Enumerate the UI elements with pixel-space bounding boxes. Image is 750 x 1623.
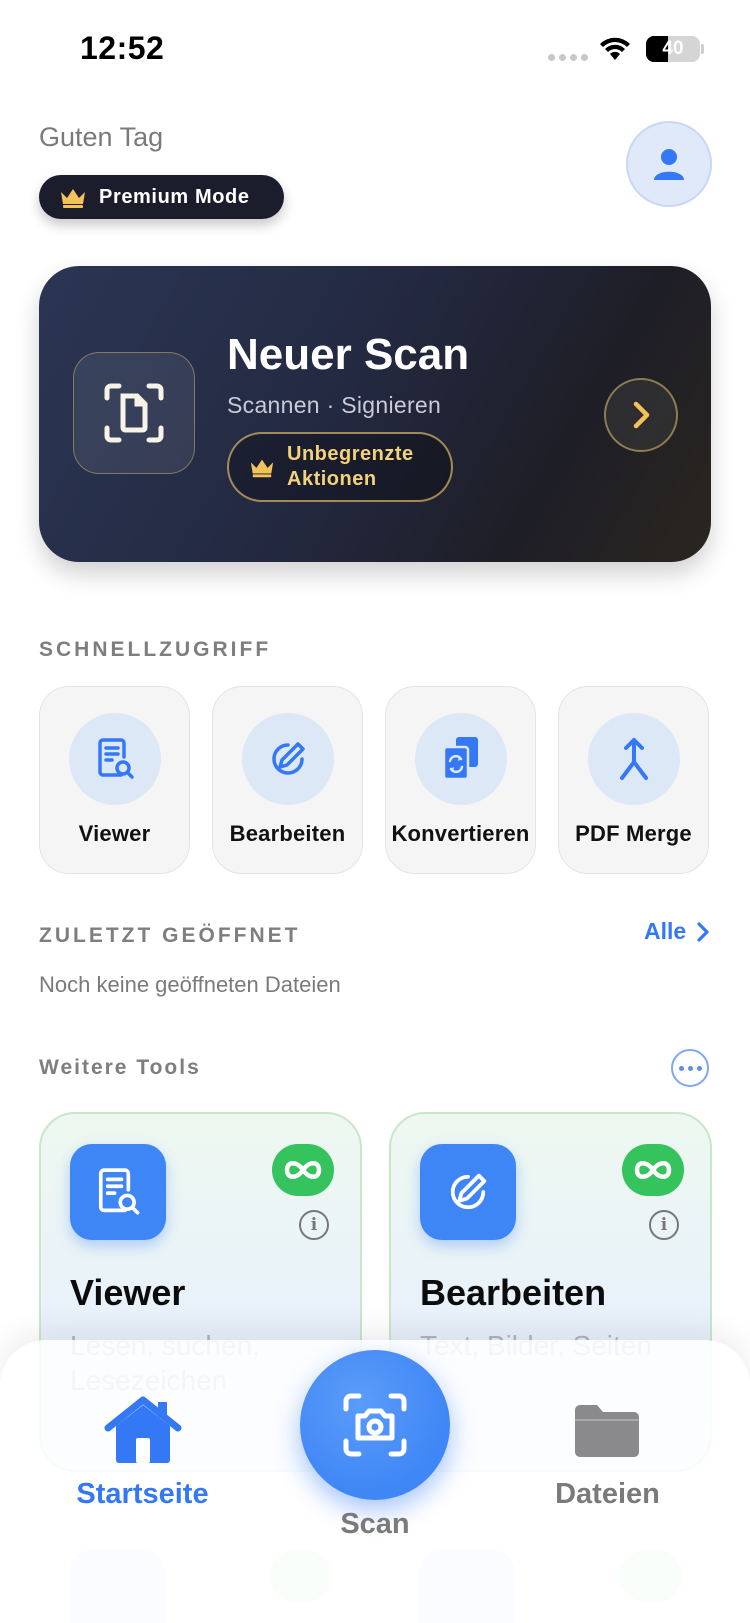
chevron-right-icon <box>697 921 709 942</box>
new-scan-title: Neuer Scan <box>227 330 470 379</box>
infinity-icon <box>622 1144 684 1196</box>
tab-files-label: Dateien <box>555 1478 660 1510</box>
info-icon[interactable]: i <box>649 1210 679 1240</box>
new-scan-card[interactable]: Neuer Scan Scannen · Signieren Unbegrenz… <box>39 266 711 562</box>
tool-card-name: Bearbeiten <box>420 1272 607 1313</box>
infinity-icon <box>272 1144 334 1196</box>
new-scan-subtitle: Scannen · Signieren <box>227 392 442 418</box>
quick-access-pdf-merge[interactable]: PDF Merge <box>558 686 709 874</box>
tool-card-name: Viewer <box>70 1272 186 1313</box>
home-icon <box>104 1396 182 1463</box>
greeting-text: Guten Tag <box>39 122 164 152</box>
quick-access-row: Viewer Bearbeiten Konvertieren PDF Merge <box>39 686 711 874</box>
folder-icon <box>575 1405 639 1457</box>
person-icon <box>654 149 684 180</box>
edit-icon <box>420 1144 516 1240</box>
quick-access-edit[interactable]: Bearbeiten <box>212 686 363 874</box>
status-bar: 12:52 40 <box>0 0 750 100</box>
chevron-right-icon <box>633 401 650 429</box>
crown-icon <box>61 189 85 208</box>
premium-mode-label: Premium Mode <box>99 185 250 208</box>
battery-cap <box>701 44 704 54</box>
more-tools-heading: Weitere Tools <box>39 1056 201 1079</box>
scan-fab-button[interactable] <box>300 1350 450 1500</box>
unlimited-actions-label: Unbegrenzte Aktionen <box>287 443 414 490</box>
crown-icon <box>250 459 274 478</box>
unlimited-actions-badge: Unbegrenzte Aktionen <box>227 432 453 502</box>
see-all-label: Alle <box>644 918 687 944</box>
quick-access-convert[interactable]: Konvertieren <box>385 686 536 874</box>
new-scan-arrow-button[interactable] <box>604 378 678 452</box>
recent-heading: ZULETZT GEÖFFNET <box>39 924 301 947</box>
status-time: 12:52 <box>80 30 165 66</box>
wifi-icon <box>600 37 630 60</box>
info-icon[interactable]: i <box>299 1210 329 1240</box>
document-scan-icon <box>104 383 164 443</box>
premium-mode-badge[interactable]: Premium Mode <box>39 175 284 219</box>
quick-access-label: Konvertieren <box>391 821 530 846</box>
merge-icon <box>588 713 680 805</box>
tab-scan-label: Scan <box>340 1508 410 1540</box>
more-options-button[interactable] <box>671 1049 709 1087</box>
edit-icon <box>242 713 334 805</box>
document-scan-icon-box <box>73 352 195 474</box>
quick-access-label: Bearbeiten <box>229 821 346 846</box>
recent-empty-text: Noch keine geöffneten Dateien <box>39 972 341 997</box>
quick-access-label: PDF Merge <box>575 821 692 846</box>
viewer-icon <box>69 713 161 805</box>
profile-avatar-button[interactable] <box>626 121 712 207</box>
tab-home-label: Startseite <box>76 1478 209 1510</box>
quick-access-label: Viewer <box>78 821 151 846</box>
see-all-link[interactable]: Alle <box>644 918 710 945</box>
battery-level: 40 <box>662 38 684 59</box>
battery-icon: 40 <box>646 36 700 62</box>
camera-scan-icon <box>343 1393 407 1457</box>
cellular-signal-icon <box>548 54 588 61</box>
quick-access-viewer[interactable]: Viewer <box>39 686 190 874</box>
quick-access-heading: SCHNELLZUGRIFF <box>39 638 272 661</box>
viewer-icon <box>70 1144 166 1240</box>
convert-icon <box>415 713 507 805</box>
